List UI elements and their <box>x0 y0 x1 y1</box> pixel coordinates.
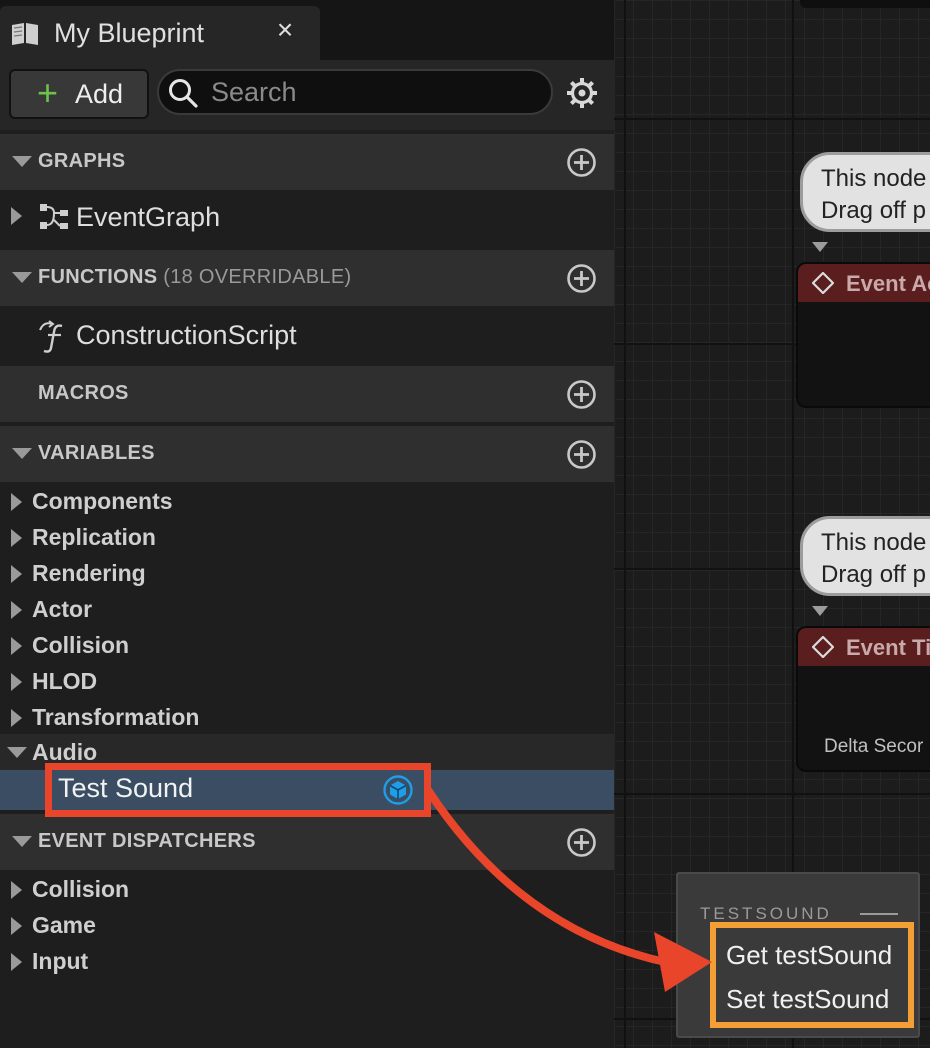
highlight-box-orange <box>710 922 914 1028</box>
eventgraph-label: EventGraph <box>76 202 221 232</box>
category-hlod[interactable]: HLOD <box>0 664 614 700</box>
event-diamond-icon <box>812 272 834 294</box>
expand-caret-icon <box>11 637 22 655</box>
category-transformation[interactable]: Transformation <box>0 700 614 736</box>
menu-divider <box>860 913 898 915</box>
dispatcher-category-game[interactable]: Game <box>0 908 614 944</box>
category-label: Collision <box>32 632 130 658</box>
comment-text: This node <box>821 529 927 556</box>
expand-caret-icon <box>11 601 22 619</box>
category-replication[interactable]: Replication <box>0 520 614 556</box>
section-event-dispatchers-label: EVENT DISPATCHERS <box>38 830 256 852</box>
section-variables-label: VARIABLES <box>38 442 155 464</box>
category-label: Components <box>32 488 173 514</box>
category-actor[interactable]: Actor <box>0 592 614 628</box>
tab-my-blueprint[interactable]: My Blueprint × <box>0 6 320 60</box>
grid-line <box>614 793 930 795</box>
section-functions-overridable: (18 OVERRIDABLE) <box>163 266 352 288</box>
expand-caret-icon <box>11 917 22 935</box>
add-circle-icon[interactable] <box>566 827 597 858</box>
expand-caret-icon <box>11 953 22 971</box>
event-node[interactable]: Event Ac <box>796 262 930 408</box>
add-button-label: Add <box>75 79 124 109</box>
dispatcher-category-input[interactable]: Input <box>0 944 614 980</box>
highlight-box-red <box>45 763 431 817</box>
expand-caret-icon <box>11 709 22 727</box>
expand-caret-icon <box>11 565 22 583</box>
node-title: Event Ac <box>846 271 930 296</box>
add-circle-icon[interactable] <box>566 439 597 470</box>
section-graphs[interactable]: GRAPHS <box>0 134 614 190</box>
graph-node-partial <box>800 0 930 8</box>
event-node[interactable]: Event Ti Delta Secor <box>796 626 930 772</box>
category-rendering[interactable]: Rendering <box>0 556 614 592</box>
comment-text: Drag off p <box>821 561 926 588</box>
dispatcher-category-collision[interactable]: Collision <box>0 872 614 908</box>
add-circle-icon[interactable] <box>566 379 597 410</box>
category-collision[interactable]: Collision <box>0 628 614 664</box>
tab-title: My Blueprint <box>54 18 205 48</box>
category-label: Actor <box>32 596 93 622</box>
comment-bubble[interactable]: This node Drag off p <box>800 516 930 596</box>
section-macros-label: MACROS <box>38 382 129 404</box>
category-label: Game <box>32 912 96 938</box>
grid-line <box>624 0 626 1048</box>
grid-line <box>614 118 930 120</box>
expand-caret-icon <box>11 493 22 511</box>
section-functions-title: FUNCTIONS (18 OVERRIDABLE) <box>38 266 351 289</box>
add-button[interactable]: + Add <box>9 69 149 119</box>
search-box[interactable] <box>157 69 553 115</box>
my-blueprint-panel: My Blueprint × + Add Search GRAPHS Event… <box>0 0 614 1048</box>
section-functions[interactable]: FUNCTIONS (18 OVERRIDABLE) <box>0 250 614 306</box>
search-input[interactable] <box>211 75 541 109</box>
collapse-caret-icon <box>7 747 27 758</box>
category-label: Replication <box>32 524 156 550</box>
collapse-caret-icon <box>12 156 32 167</box>
comment-text: This node <box>821 165 927 192</box>
section-variables[interactable]: VARIABLES <box>0 426 614 482</box>
tree-item-construction-script[interactable]: ConstructionScript <box>0 310 614 362</box>
category-label: HLOD <box>32 668 98 694</box>
tab-bar: My Blueprint × <box>0 0 614 60</box>
section-functions-label: FUNCTIONS <box>38 266 158 288</box>
category-label: Transformation <box>32 704 200 730</box>
menu-header: TESTSOUND <box>700 904 832 923</box>
event-diamond-icon <box>812 636 834 658</box>
close-icon[interactable]: × <box>272 14 298 46</box>
section-event-dispatchers[interactable]: EVENT DISPATCHERS <box>0 814 614 870</box>
collapse-caret-icon <box>12 272 32 283</box>
gear-icon[interactable] <box>566 77 598 109</box>
section-macros[interactable]: MACROS <box>0 366 614 422</box>
comment-text: Drag off p <box>821 197 926 224</box>
category-label: Rendering <box>32 560 146 586</box>
add-circle-icon[interactable] <box>566 263 597 294</box>
expand-caret-icon <box>11 529 22 547</box>
expand-caret-icon <box>11 673 22 691</box>
graph-icon <box>40 204 68 229</box>
collapse-caret-icon <box>12 836 32 847</box>
expand-caret-icon <box>11 881 22 899</box>
function-icon <box>39 320 63 353</box>
search-icon <box>169 79 198 108</box>
category-label: Input <box>32 948 89 974</box>
comment-bubble[interactable]: This node Drag off p <box>800 152 930 232</box>
construction-script-label: ConstructionScript <box>76 320 297 350</box>
collapse-caret-icon <box>12 448 32 459</box>
category-label: Collision <box>32 876 130 902</box>
comment-tail <box>812 606 828 616</box>
book-icon <box>12 23 38 45</box>
node-title: Event Ti <box>846 635 930 660</box>
comment-tail <box>812 242 828 252</box>
add-circle-icon[interactable] <box>566 147 597 178</box>
toolbar: + Add <box>0 60 614 130</box>
category-label: Audio <box>32 739 98 765</box>
add-plus-icon: + <box>37 72 59 113</box>
expand-caret-icon <box>11 207 22 225</box>
tree-item-eventgraph[interactable]: EventGraph <box>0 192 614 242</box>
section-graphs-label: GRAPHS <box>38 150 126 172</box>
node-pin-label: Delta Secor <box>824 736 924 757</box>
category-components[interactable]: Components <box>0 484 614 520</box>
